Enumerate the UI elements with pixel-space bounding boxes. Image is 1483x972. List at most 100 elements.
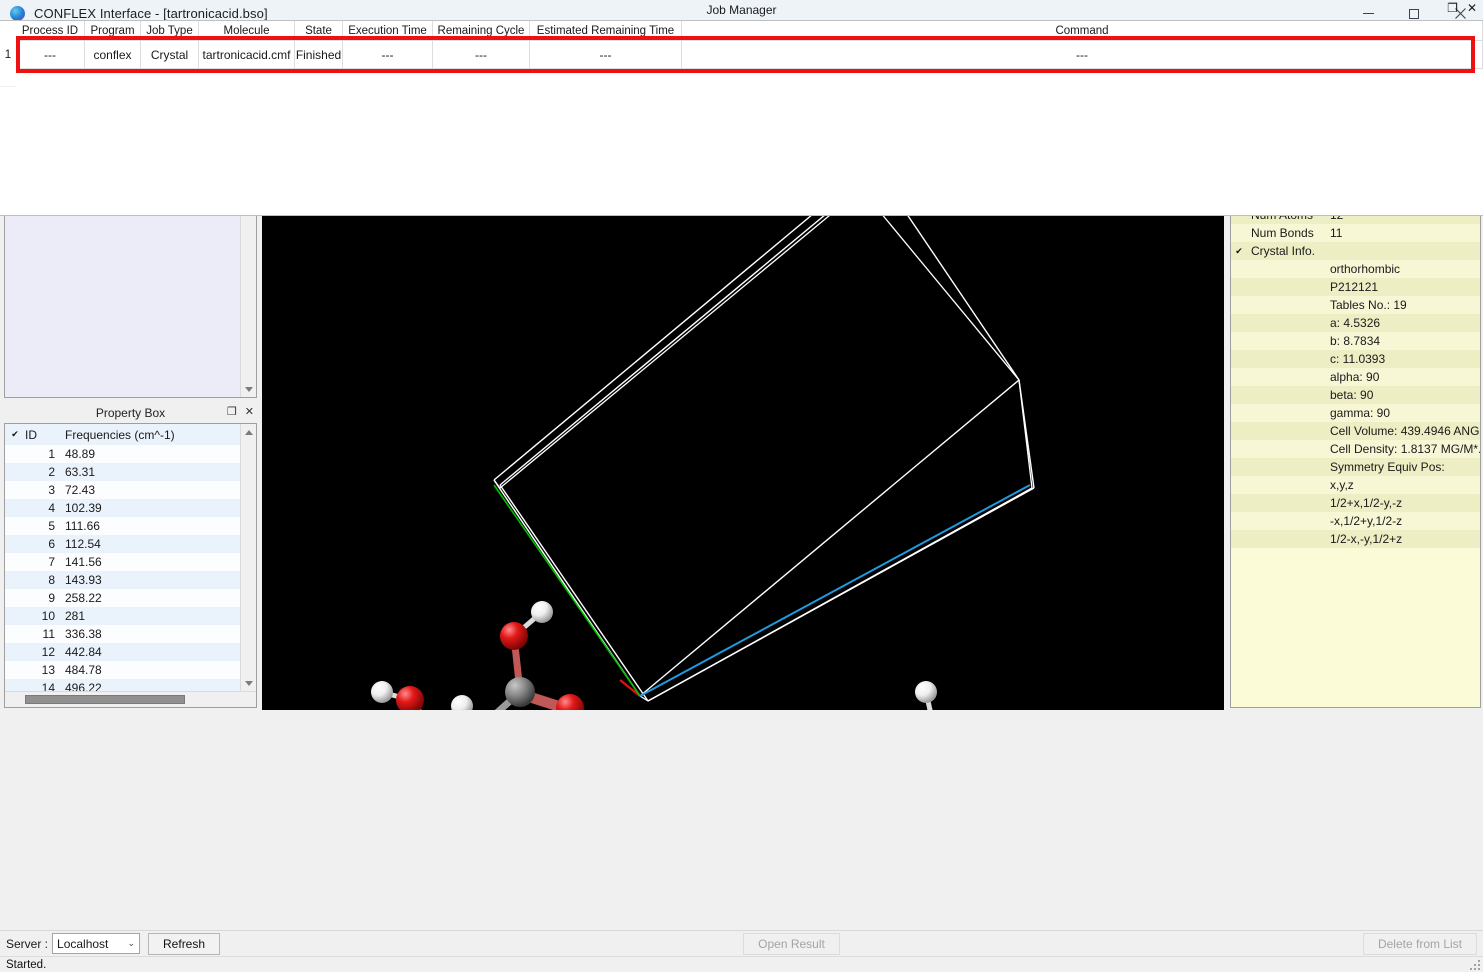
job-manager-body: Process ID Program Job Type Molecule Sta… [0,20,1483,216]
frequency-id: 10 [5,609,61,623]
column-job-type[interactable]: Job Type [141,21,199,40]
object-inspector-rows: File Path✔CommentForce Field:MMFF94S(201… [1231,152,1480,707]
table-row[interactable]: beta: 90 [1231,386,1480,404]
chevron-down-icon: ⌄ [127,938,135,949]
expand-chevron-icon[interactable]: ✔ [1231,246,1247,257]
scroll-down-icon[interactable] [241,675,256,691]
table-row[interactable]: c: 11.0393 [1231,350,1480,368]
table-row[interactable]: 13484.78 [5,661,240,679]
frequency-id: 8 [5,573,61,587]
table-row[interactable]: 11336.38 [5,625,240,643]
frequency-value: 111.66 [61,519,240,533]
job-manager-header: Job Manager ❐ ✕ [0,0,1483,20]
table-row[interactable]: 148.89 [5,445,240,463]
open-result-button[interactable]: Open Result [743,933,840,955]
job-manager-float-button[interactable]: ❐ [1447,1,1458,15]
frequency-id: 4 [5,501,61,515]
property-value: beta: 90 [1326,388,1480,402]
table-row[interactable]: -x,1/2+y,1/2-z [1231,512,1480,530]
table-row[interactable]: b: 8.7834 [1231,332,1480,350]
refresh-button[interactable]: Refresh [148,933,220,955]
table-row[interactable]: x,y,z [1231,476,1480,494]
table-row[interactable]: 6112.54 [5,535,240,553]
column-frequencies[interactable]: Frequencies (cm^-1) [61,428,240,442]
cell-command: --- [682,40,1483,69]
crystal-structure-render [262,140,1224,710]
cell-molecule: tartronicacid.cmf [199,40,295,69]
frequency-id: 7 [5,555,61,569]
scroll-up-icon[interactable] [241,424,256,440]
table-row[interactable]: Cell Density: 1.8137 MG/M*... [1231,440,1480,458]
row-number: 1 [0,40,16,69]
column-execution-time[interactable]: Execution Time [343,21,433,40]
property-box-hscrollbar[interactable] [5,691,256,707]
table-row[interactable]: P212121 [1231,278,1480,296]
table-row[interactable]: 12442.84 [5,643,240,661]
delete-from-list-button[interactable]: Delete from List [1363,933,1477,955]
atom-carbon [505,677,535,707]
table-row[interactable]: 1/2+x,1/2-y,-z [1231,494,1480,512]
cell-estimated-remaining-time: --- [530,40,682,69]
table-row[interactable]: orthorhombic [1231,260,1480,278]
frequency-id: 11 [5,627,61,641]
property-value: gamma: 90 [1326,406,1480,420]
table-row[interactable]: 9258.22 [5,589,240,607]
column-program[interactable]: Program [85,21,141,40]
table-row[interactable]: 7141.56 [5,553,240,571]
frequency-id: 13 [5,663,61,677]
frequency-table: ✔ ID Frequencies (cm^-1) 148.89263.31372… [5,424,240,691]
column-remaining-cycle[interactable]: Remaining Cycle [433,21,530,40]
table-row[interactable]: 1 --- conflex Crystal tartronicacid.cmf … [0,40,1483,69]
molecular-viewport[interactable] [262,140,1224,710]
table-row[interactable]: Cell Volume: 439.4946 ANG... [1231,422,1480,440]
table-row[interactable]: 5111.66 [5,517,240,535]
table-row[interactable]: Tables No.: 19 [1231,296,1480,314]
property-box-close-button[interactable]: ✕ [245,404,254,420]
table-row[interactable]: a: 4.5326 [1231,314,1480,332]
column-process-id[interactable]: Process ID [16,21,85,40]
property-value: Symmetry Equiv Pos: [1326,460,1480,474]
job-manager-close-button[interactable]: ✕ [1467,1,1477,15]
resize-grip-icon[interactable] [1469,959,1481,971]
table-row[interactable]: 10281 [5,607,240,625]
cell-program: conflex [85,40,141,69]
column-id[interactable]: ID [25,428,61,442]
collapse-chevron-icon[interactable]: ✔ [5,429,25,440]
status-text: Started. [0,959,46,971]
atom-oxygen [500,622,528,650]
server-select[interactable]: Localhost ⌄ [52,933,140,954]
scroll-down-icon[interactable] [241,381,256,397]
frequency-value: 143.93 [61,573,240,587]
atom-hydrogen [531,601,553,623]
table-row[interactable]: 372.43 [5,481,240,499]
frequency-id: 3 [5,483,61,497]
column-command[interactable]: Command [682,21,1483,40]
table-row[interactable]: gamma: 90 [1231,404,1480,422]
object-inspector-body: Property Name Values File Path✔CommentFo… [1230,130,1481,708]
table-row[interactable]: 4102.39 [5,499,240,517]
property-box-vscrollbar[interactable] [240,424,256,691]
hscroll-thumb[interactable] [25,695,185,704]
job-table-header: Process ID Program Job Type Molecule Sta… [0,21,1483,40]
table-row[interactable]: ✔Crystal Info. [1231,242,1480,260]
server-label: Server : [6,937,48,951]
cell-remaining-cycle: --- [433,40,530,69]
table-row[interactable]: alpha: 90 [1231,368,1480,386]
table-row[interactable]: Symmetry Equiv Pos: [1231,458,1480,476]
table-row[interactable]: 14496.22 [5,679,240,691]
frequency-table-header: ✔ ID Frequencies (cm^-1) [5,424,240,445]
table-row[interactable]: Num Bonds11 [1231,224,1480,242]
table-row[interactable]: 1/2-x,-y,1/2+z [1231,530,1480,548]
property-name: Crystal Info. [1247,244,1326,258]
frequency-value: 48.89 [61,447,240,461]
property-box-float-button[interactable]: ❐ [227,404,237,420]
table-row[interactable]: 8143.93 [5,571,240,589]
column-state[interactable]: State [295,21,343,40]
table-row[interactable]: 263.31 [5,463,240,481]
property-value: c: 11.0393 [1326,352,1480,366]
property-value: a: 4.5326 [1326,316,1480,330]
job-manager-panel: Job Manager ❐ ✕ Process ID Program Job T… [0,0,1483,216]
column-molecule[interactable]: Molecule [199,21,295,40]
property-value: 1/2+x,1/2-y,-z [1326,496,1480,510]
column-estimated-remaining-time[interactable]: Estimated Remaining Time [530,21,682,40]
